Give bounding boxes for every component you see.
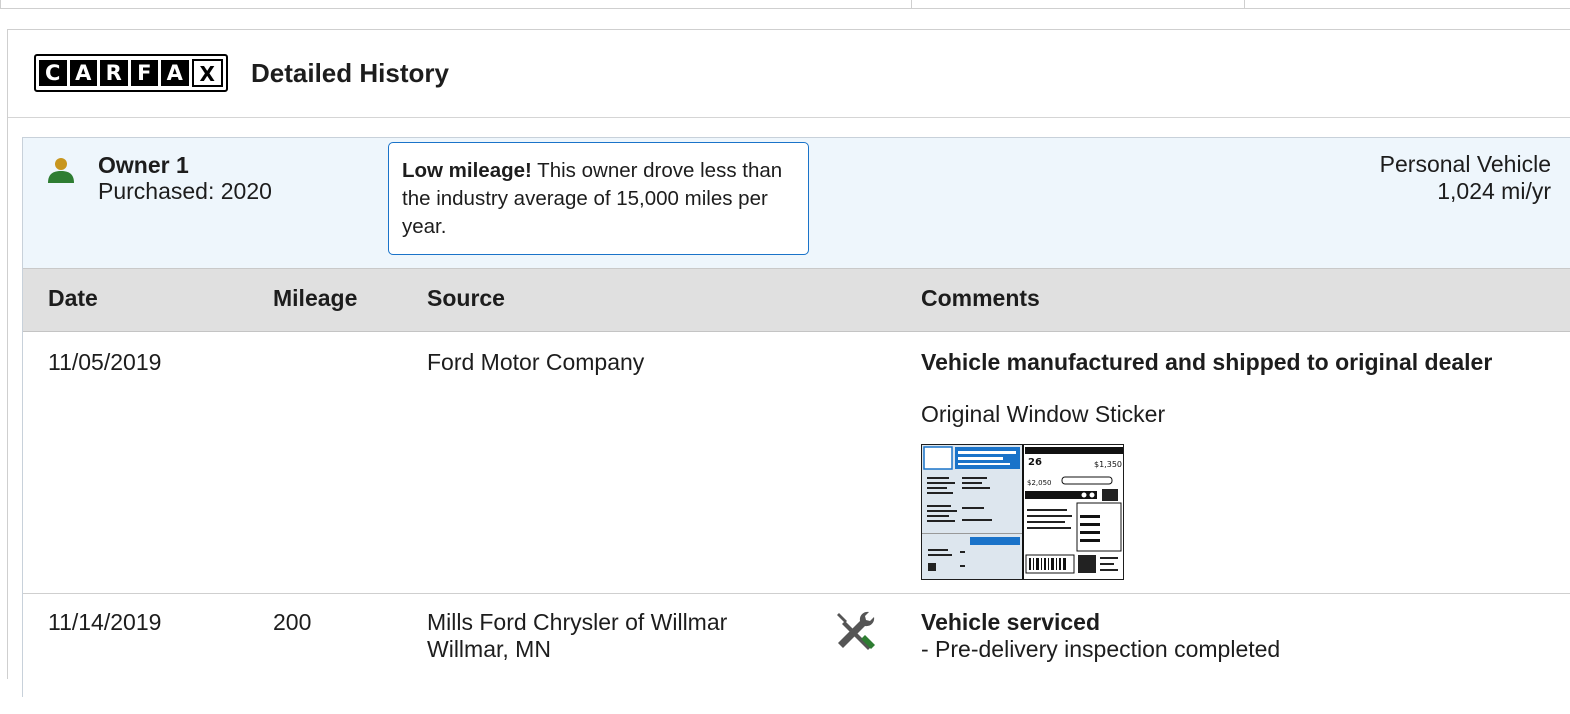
row-comment-title: Vehicle serviced <box>921 609 1101 635</box>
logo-letter: A <box>69 60 97 86</box>
previous-cell <box>0 0 912 9</box>
annual-mileage: 1,024 mi/yr <box>1437 178 1551 204</box>
column-header-source: Source <box>427 285 505 311</box>
column-header-date: Date <box>48 285 98 311</box>
column-header-comments: Comments <box>921 285 1040 311</box>
row-comment-title: Vehicle manufactured and shipped to orig… <box>921 349 1493 375</box>
detailed-history-panel: C A R F A X Detailed History Owner 1 Pur… <box>7 29 1570 697</box>
previous-cell <box>911 0 1245 9</box>
logo-letter: R <box>100 60 128 86</box>
svg-text:$1,350: $1,350 <box>1094 460 1122 469</box>
previous-section-edge <box>0 0 1570 9</box>
history-table: Owner 1 Purchased: 2020 Low mileage! Thi… <box>22 137 1570 697</box>
row-mileage: 200 <box>273 609 312 635</box>
person-icon <box>48 158 74 183</box>
vehicle-use-type: Personal Vehicle <box>1379 151 1551 177</box>
owner-name: Owner 1 <box>98 152 189 178</box>
owner-summary-bar: Owner 1 Purchased: 2020 Low mileage! Thi… <box>23 138 1570 269</box>
row-comment-detail: - Pre-delivery inspection completed <box>921 636 1281 662</box>
page-title: Detailed History <box>251 58 449 88</box>
table-header-row: Date Mileage Source Comments <box>23 269 1570 332</box>
window-sticker-image: 26 $1,350 $2,050 <box>922 445 1123 579</box>
row-source: Ford Motor Company <box>427 349 645 375</box>
window-sticker-thumbnail[interactable]: 26 $1,350 $2,050 <box>921 444 1124 580</box>
carfax-logo: C A R F A X <box>34 54 228 92</box>
panel-header: C A R F A X Detailed History <box>8 30 1570 118</box>
svg-text:26: 26 <box>1028 457 1042 468</box>
table-row: 11/14/2019 200 Mills Ford Chrysler of Wi… <box>23 594 1570 714</box>
svg-text:$2,050: $2,050 <box>1027 479 1052 487</box>
callout-heading: Low mileage! <box>402 159 532 182</box>
logo-letter: A <box>161 60 189 86</box>
wrench-screwdriver-icon <box>837 611 875 650</box>
row-date: 11/14/2019 <box>48 609 162 635</box>
table-row: 11/05/2019 Ford Motor Company Vehicle ma… <box>23 332 1570 594</box>
row-source-name: Mills Ford Chrysler of Willmar <box>427 609 728 635</box>
column-header-mileage: Mileage <box>273 285 358 311</box>
owner-purchased-year: Purchased: 2020 <box>98 178 272 204</box>
window-sticker-label[interactable]: Original Window Sticker <box>921 401 1165 428</box>
low-mileage-callout: Low mileage! This owner drove less than … <box>388 142 809 255</box>
previous-cell <box>1244 0 1570 9</box>
row-date: 11/05/2019 <box>48 349 162 375</box>
logo-letter: F <box>130 60 158 86</box>
row-source-location: Willmar, MN <box>427 636 551 662</box>
logo-letter: X <box>191 59 223 87</box>
logo-letter: C <box>39 60 67 86</box>
